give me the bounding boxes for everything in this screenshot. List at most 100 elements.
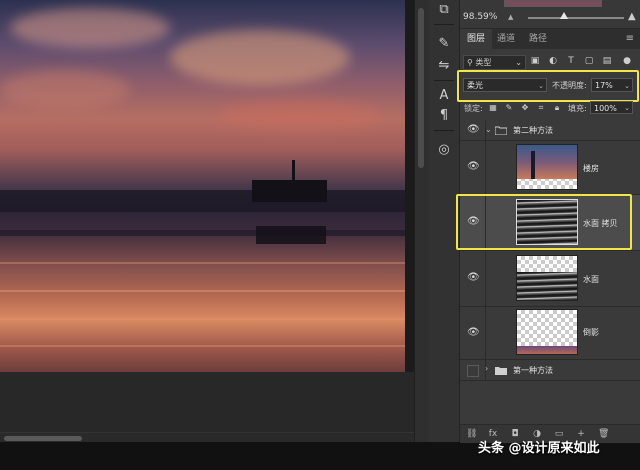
navigator-strip: 98.59% ▲ ▲ [460, 0, 640, 29]
selection-highlight-box [456, 194, 632, 250]
document-canvas[interactable] [0, 0, 405, 372]
visibility-toggle-off[interactable] [467, 365, 479, 377]
layer-group-method1[interactable]: › 第一种方法 [460, 360, 640, 381]
folder-icon [495, 367, 507, 375]
navigator-thumbnail[interactable] [504, 0, 602, 7]
filter-adjustment-icon[interactable]: ◐ [548, 56, 558, 66]
adjust-icon[interactable]: ⇋ [436, 58, 452, 74]
eye-icon[interactable]: 👁︎ [467, 272, 480, 284]
folder-icon [495, 126, 507, 135]
lock-pixels-icon[interactable]: ✎ [504, 103, 514, 113]
filter-toggle-icon[interactable]: ● [622, 56, 632, 66]
sky-cloud [220, 100, 380, 130]
water-ripple [0, 318, 405, 320]
eye-icon[interactable]: 👁︎ [467, 161, 480, 173]
opacity-field[interactable]: 17% ⌄ [591, 78, 633, 92]
chevron-down-icon: ⌄ [515, 58, 522, 67]
lock-all-icon[interactable]: 🔒︎ [552, 103, 562, 113]
layer-reflection[interactable]: 👁︎ 倒影 [460, 307, 640, 360]
layer-building[interactable]: 👁︎ 楼房 [460, 141, 640, 195]
divider [485, 251, 486, 306]
3d-icon[interactable]: ◎ [436, 142, 452, 158]
chevron-down-icon: ⌄ [538, 82, 544, 90]
water-ripple [0, 262, 405, 264]
sky-cloud [0, 70, 130, 110]
ship-mast [292, 160, 295, 182]
thumbnail-image [517, 145, 577, 179]
layer-name: 水面 [583, 275, 599, 284]
link-icon[interactable]: ⛓ [466, 429, 477, 439]
zoom-slider[interactable] [528, 17, 624, 19]
fill-value: 100% [594, 104, 617, 113]
blend-row: 柔光 ⌄ 不透明度: 17% ⌄ [457, 70, 640, 102]
text-tool-icon[interactable]: A [436, 88, 452, 104]
chevron-down-icon: ⌄ [624, 104, 630, 112]
tab-channels[interactable]: 通道 [490, 29, 522, 49]
layer-group-method2[interactable]: 👁︎ ⌄ 第二种方法 [460, 120, 640, 141]
water-ripple [0, 290, 405, 292]
city-skyline [0, 190, 405, 212]
lock-row: 锁定: ▦ ✎ ✥ ⌗ 🔒︎ 填充: 100% ⌄ [460, 101, 640, 117]
divider [434, 24, 454, 25]
eye-icon[interactable]: 👁︎ [467, 124, 480, 136]
thumbnail-water [517, 272, 577, 300]
sky-cloud [10, 8, 170, 48]
lock-position-icon[interactable]: ✥ [520, 103, 530, 113]
vertical-scrollbar[interactable] [414, 0, 429, 442]
chevron-down-icon: ⌄ [624, 82, 630, 90]
lock-transparent-icon[interactable]: ▦ [488, 103, 498, 113]
layer-thumbnail [516, 144, 578, 190]
thumbnail-building [531, 151, 535, 179]
zoom-out-icon[interactable]: ▲ [508, 13, 513, 21]
water-reflection-line [0, 230, 405, 236]
zoom-in-icon[interactable]: ▲ [628, 11, 636, 22]
layer-filter-row: ⚲ 类型 ⌄ ▣ ◐ T ▢ ▤ ● [460, 53, 640, 71]
fill-label: 填充: [568, 104, 587, 113]
watermark: 头条 @设计原来如此 [478, 441, 600, 456]
layer-thumbnail [516, 309, 578, 355]
filter-pixel-icon[interactable]: ▣ [530, 56, 540, 66]
paragraph-icon[interactable]: ¶ [436, 108, 452, 124]
sky-cloud [170, 30, 350, 85]
fill-field[interactable]: 100% ⌄ [590, 101, 633, 114]
cube-icon[interactable]: ⧉ [436, 2, 452, 18]
blend-mode-value: 柔光 [467, 81, 483, 90]
layer-name: 楼房 [583, 164, 599, 173]
opacity-value: 17% [595, 81, 613, 90]
divider [434, 130, 454, 131]
filter-shape-icon[interactable]: ▢ [584, 56, 594, 66]
brush-icon[interactable]: ✎ [436, 36, 452, 52]
divider [434, 80, 454, 81]
panel-tabs: 图层 通道 路径 ≡ [460, 29, 640, 49]
eye-icon[interactable]: 👁︎ [467, 327, 480, 339]
filter-kind-select[interactable]: ⚲ 类型 ⌄ [463, 55, 526, 70]
water-ripple [0, 345, 405, 347]
tab-paths[interactable]: 路径 [522, 29, 554, 49]
layer-name: 第一种方法 [513, 366, 553, 375]
divider [485, 307, 486, 359]
search-icon: ⚲ [467, 58, 473, 67]
blend-mode-select[interactable]: 柔光 ⌄ [463, 78, 547, 92]
filter-type-icon[interactable]: T [566, 56, 576, 66]
filter-kind-label: 类型 [475, 58, 492, 67]
lock-artboard-icon[interactable]: ⌗ [536, 103, 546, 113]
zoom-value[interactable]: 98.59% [463, 12, 497, 22]
layer-water[interactable]: 👁︎ 水面 [460, 251, 640, 307]
scroll-thumb[interactable] [4, 436, 82, 441]
layer-name: 倒影 [583, 328, 599, 337]
panel-menu-icon[interactable]: ≡ [626, 33, 634, 44]
zoom-slider-knob[interactable] [560, 12, 568, 19]
ship-silhouette [252, 180, 327, 202]
divider [485, 141, 486, 194]
thumbnail-reflection [517, 346, 577, 354]
opacity-label: 不透明度: [552, 81, 587, 90]
chevron-down-icon[interactable]: ⌄ [485, 125, 492, 134]
chevron-right-icon[interactable]: › [485, 364, 488, 373]
tab-layers[interactable]: 图层 [460, 29, 493, 49]
lock-label: 锁定: [464, 104, 483, 113]
layer-thumbnail [516, 255, 578, 301]
layer-name: 第二种方法 [513, 126, 553, 135]
ship-reflection [256, 226, 326, 244]
scroll-thumb[interactable] [418, 8, 424, 168]
filter-smart-icon[interactable]: ▤ [602, 56, 612, 66]
